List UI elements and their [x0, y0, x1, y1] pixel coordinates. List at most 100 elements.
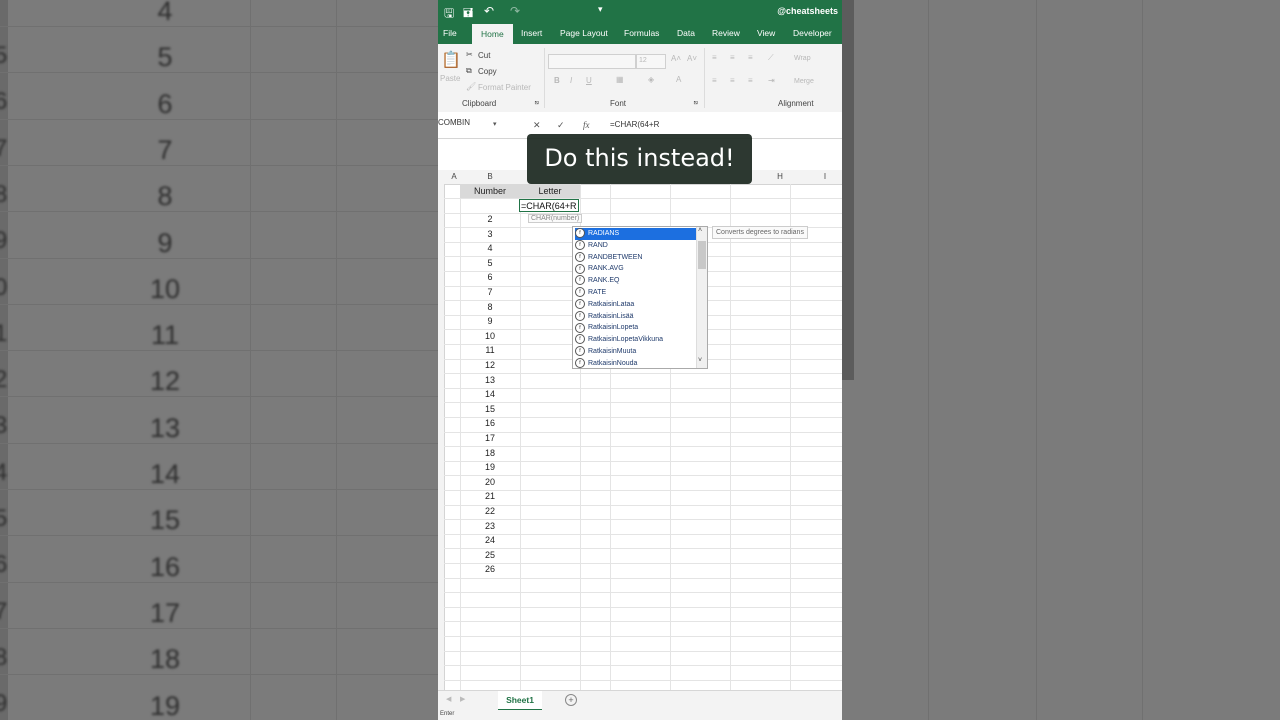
borders-icon[interactable]: ▦ — [616, 75, 624, 84]
cut-icon[interactable]: ✂ — [466, 50, 473, 59]
format-painter-button[interactable]: Format Painter — [478, 83, 531, 92]
tab-page-layout[interactable]: Page Layout — [560, 28, 608, 38]
number-cell[interactable]: 17 — [460, 433, 520, 443]
number-cell[interactable]: 2 — [460, 214, 520, 224]
number-cell[interactable]: 8 — [460, 302, 520, 312]
tab-file[interactable]: File — [443, 28, 457, 38]
autocomplete-item[interactable]: f RAND — [575, 239, 697, 252]
autocomplete-item[interactable]: f RatkaisinLataa — [575, 298, 697, 311]
align-left-icon[interactable]: ≡ — [712, 76, 717, 85]
tab-developer[interactable]: Developer — [793, 28, 832, 38]
tab-home[interactable]: Home — [472, 24, 513, 44]
font-size-select[interactable]: 12 — [636, 54, 666, 69]
italic-button[interactable]: I — [570, 76, 572, 85]
add-sheet-icon[interactable]: + — [565, 694, 577, 706]
scroll-up-icon[interactable]: ˄ — [698, 227, 702, 234]
number-cell[interactable]: 22 — [460, 506, 520, 516]
number-cell[interactable]: 6 — [460, 272, 520, 282]
merge-button[interactable]: Merge — [794, 78, 814, 85]
autocomplete-item[interactable]: f RADIANS — [575, 228, 697, 240]
header-cell-number[interactable]: Number — [460, 184, 520, 198]
column-header-i[interactable]: I — [818, 172, 832, 181]
wrap-text-button[interactable]: Wrap — [794, 55, 811, 62]
number-cell[interactable]: 5 — [460, 258, 520, 268]
cancel-formula-button[interactable]: ✕ — [533, 120, 541, 131]
number-cell[interactable]: 18 — [460, 448, 520, 458]
autocomplete-item[interactable]: f RANDBETWEEN — [575, 251, 697, 264]
name-box-dropdown-icon[interactable]: ▾ — [493, 120, 497, 128]
sheet-nav-prev-icon[interactable]: ◀ — [446, 695, 451, 703]
enter-formula-button[interactable]: ✓ — [557, 120, 565, 131]
redo-icon[interactable]: ↷ — [510, 4, 520, 18]
clipboard-launcher-icon[interactable]: ⧅ — [535, 100, 539, 107]
number-cell[interactable]: 20 — [460, 477, 520, 487]
number-cell[interactable]: 13 — [460, 375, 520, 385]
align-top-icon[interactable]: ≡ — [712, 53, 717, 62]
scroll-down-icon[interactable]: ˅ — [698, 357, 702, 364]
underline-button[interactable]: U — [586, 76, 592, 85]
number-cell[interactable]: 9 — [460, 316, 520, 326]
header-cell-letter[interactable]: Letter — [520, 184, 580, 198]
column-header-b[interactable]: B — [460, 172, 520, 181]
autocomplete-item[interactable]: f RatkaisinNouda — [575, 357, 697, 370]
number-cell[interactable]: 4 — [460, 243, 520, 253]
align-center-icon[interactable]: ≡ — [730, 76, 735, 85]
number-cell[interactable]: 15 — [460, 404, 520, 414]
number-cell[interactable]: 12 — [460, 360, 520, 370]
shrink-font-icon[interactable]: A˅ — [687, 54, 697, 63]
font-name-select[interactable] — [548, 54, 636, 69]
align-bottom-icon[interactable]: ≡ — [748, 53, 753, 62]
number-cell[interactable]: 11 — [460, 345, 520, 355]
number-cell[interactable]: 24 — [460, 535, 520, 545]
number-cell[interactable]: 25 — [460, 550, 520, 560]
format-painter-icon[interactable]: 🖌 — [466, 82, 476, 91]
number-cell[interactable]: 14 — [460, 389, 520, 399]
undo-icon[interactable]: ↶ — [484, 4, 494, 18]
tab-data[interactable]: Data — [677, 28, 695, 38]
fill-color-icon[interactable]: ◈ — [648, 75, 654, 84]
save-as-icon[interactable]: 🖬 — [463, 4, 473, 25]
number-cell[interactable]: 26 — [460, 564, 520, 574]
autocomplete-item[interactable]: f RatkaisinLisää — [575, 310, 697, 323]
tab-review[interactable]: Review — [712, 28, 740, 38]
number-cell[interactable]: 19 — [460, 462, 520, 472]
sheet-nav-next-icon[interactable]: ▶ — [460, 695, 465, 703]
bold-button[interactable]: B — [554, 76, 560, 85]
number-cell[interactable]: 10 — [460, 331, 520, 341]
copy-icon[interactable]: ⧉ — [466, 66, 472, 76]
align-middle-icon[interactable]: ≡ — [730, 53, 735, 62]
orientation-icon[interactable]: ⟋ — [768, 53, 774, 63]
autocomplete-item[interactable]: f RANK.EQ — [575, 275, 697, 287]
number-cell[interactable]: 16 — [460, 418, 520, 428]
column-header-h[interactable]: H — [750, 172, 810, 181]
autocomplete-scrollbar[interactable]: ˄ ˅ — [696, 227, 707, 368]
cut-button[interactable]: Cut — [478, 51, 490, 60]
number-cell[interactable]: 3 — [460, 229, 520, 239]
autocomplete-item[interactable]: f RATE — [575, 287, 697, 299]
autocomplete-item[interactable]: f RANK.AVG — [575, 263, 697, 275]
insert-function-button[interactable]: fx — [583, 120, 590, 130]
sheet-tab-sheet1[interactable]: Sheet1 — [498, 691, 542, 711]
align-right-icon[interactable]: ≡ — [748, 76, 753, 85]
save-icon[interactable]: 🖫 — [444, 4, 454, 25]
number-cell[interactable]: 21 — [460, 491, 520, 501]
paste-button[interactable]: Paste — [440, 74, 460, 83]
autocomplete-item[interactable]: f RatkaisinLopeta — [575, 322, 697, 334]
copy-button[interactable]: Copy — [478, 67, 497, 76]
indent-icon[interactable]: ⇥ — [768, 76, 775, 85]
font-launcher-icon[interactable]: ⧅ — [694, 100, 698, 107]
tab-view[interactable]: View — [757, 28, 775, 38]
formula-input[interactable]: =CHAR(64+R — [610, 120, 659, 129]
font-color-icon[interactable]: A — [676, 75, 681, 84]
number-cell[interactable]: 23 — [460, 521, 520, 531]
active-cell-editor[interactable]: =CHAR(64+R — [519, 199, 579, 212]
column-header-a[interactable]: A — [448, 172, 460, 181]
customize-toolbar-icon[interactable]: ▾ — [598, 4, 603, 15]
number-cell[interactable]: 7 — [460, 287, 520, 297]
autocomplete-item[interactable]: f RatkaisinMuuta — [575, 346, 697, 358]
scrollbar-thumb[interactable] — [698, 241, 706, 269]
tab-insert[interactable]: Insert — [521, 28, 542, 38]
paste-icon[interactable]: 📋 — [441, 50, 461, 70]
autocomplete-item[interactable]: f RatkaisinLopetaVikkuna — [575, 334, 697, 346]
grow-font-icon[interactable]: A˄ — [671, 54, 681, 63]
